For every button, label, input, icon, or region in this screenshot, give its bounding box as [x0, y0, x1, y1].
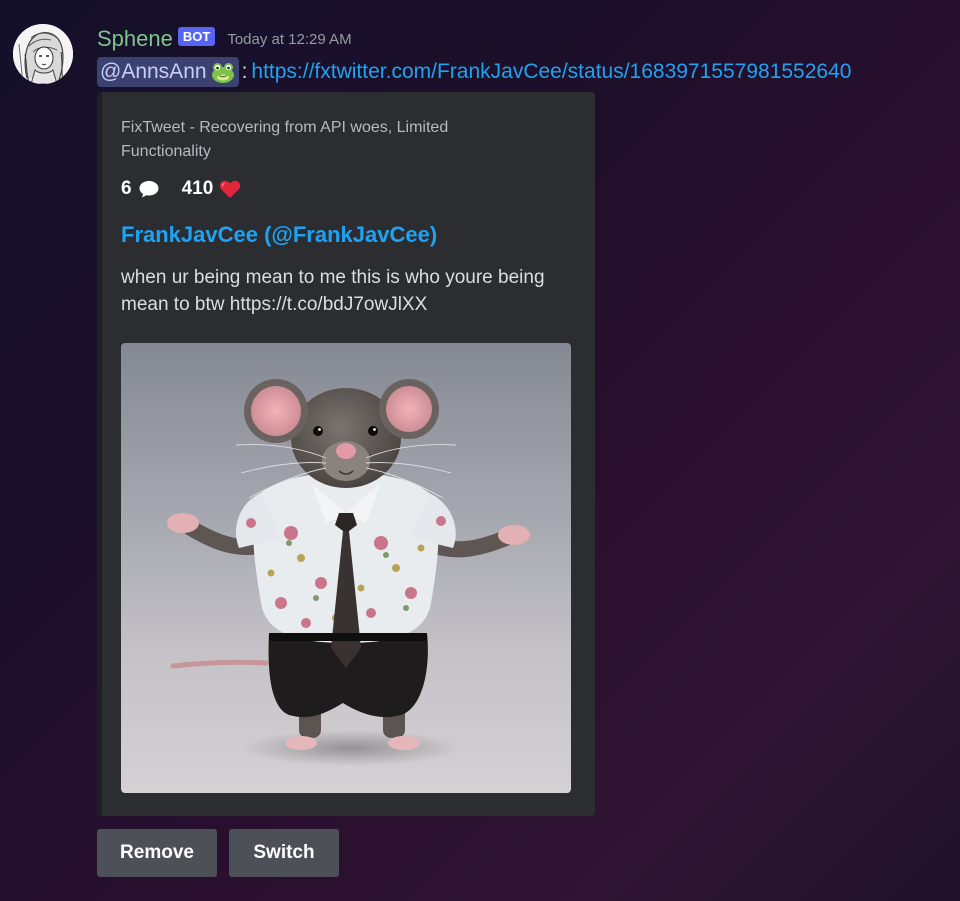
like-count: 410: [181, 178, 214, 199]
chat-message: Sphene BOT Today at 12:29 AM @AnnsAnn : …: [0, 0, 960, 901]
author-username[interactable]: Sphene: [97, 26, 173, 52]
embed-stats: 6 410: [121, 178, 241, 200]
anime-girl-sketch-avatar-icon: [13, 24, 73, 84]
tweet-embed: FixTweet - Recovering from API woes, Lim…: [97, 92, 595, 816]
message-content: @AnnsAnn : https://fxtwitter.com/FrankJa…: [97, 57, 851, 87]
embed-provider: FixTweet - Recovering from API woes, Lim…: [121, 119, 449, 160]
mention-separator: :: [241, 60, 248, 83]
author-avatar[interactable]: [13, 24, 73, 84]
embed-image[interactable]: [121, 343, 571, 793]
speech-bubble-icon: [139, 181, 159, 198]
bot-tag-badge: BOT: [177, 26, 216, 46]
rat-in-floral-shirt-and-tie-image: [167, 379, 530, 766]
switch-button[interactable]: Switch: [229, 829, 339, 877]
message-header: Sphene BOT Today at 12:29 AM: [97, 26, 352, 52]
embed-description: when ur being mean to me this is who you…: [121, 267, 545, 315]
user-mention[interactable]: @AnnsAnn: [97, 57, 239, 87]
message-timestamp[interactable]: Today at 12:29 AM: [227, 31, 351, 48]
red-heart-icon: [220, 180, 241, 198]
remove-button[interactable]: Remove: [97, 829, 217, 877]
frog-emoji-icon: [211, 63, 234, 83]
fxtwitter-link[interactable]: https://fxtwitter.com/FrankJavCee/status…: [251, 60, 851, 84]
reply-count: 6: [121, 178, 132, 199]
embed-author-link[interactable]: FrankJavCee (@FrankJavCee): [121, 222, 437, 248]
mention-text: @AnnsAnn: [100, 60, 207, 83]
